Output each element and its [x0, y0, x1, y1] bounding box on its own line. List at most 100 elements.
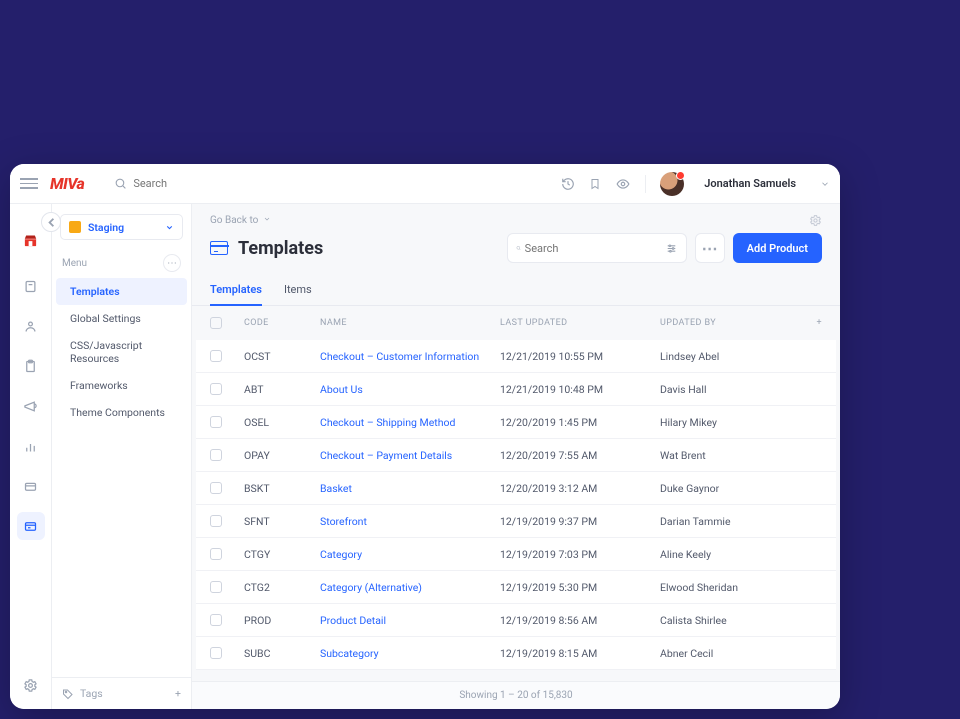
- cell-name-link[interactable]: Category (Alternative): [320, 581, 422, 594]
- add-tag-button[interactable]: +: [175, 687, 181, 700]
- more-actions-button[interactable]: ⋯: [695, 233, 725, 263]
- table-row[interactable]: CTG2Category (Alternative)12/19/2019 5:3…: [196, 571, 836, 604]
- table-row[interactable]: ABTAbout Us12/21/2019 10:48 PMDavis Hall: [196, 373, 836, 406]
- menu-item-frameworks[interactable]: Frameworks: [56, 372, 187, 399]
- history-icon[interactable]: [561, 177, 575, 191]
- table: CODE NAME LAST UPDATED UPDATED BY + OCST…: [192, 306, 840, 681]
- chevron-down-icon[interactable]: [820, 179, 830, 189]
- hamburger-icon[interactable]: [20, 175, 38, 193]
- cell-code: CTG2: [244, 581, 320, 594]
- cell-name-link[interactable]: About Us: [320, 383, 363, 396]
- menu-item-cssjs[interactable]: CSS/Javascript Resources: [56, 332, 187, 372]
- user-name[interactable]: Jonathan Samuels: [704, 177, 796, 190]
- cell-updated-by: Abner Cecil: [660, 647, 802, 660]
- cell-name-link[interactable]: Checkout – Customer Information: [320, 350, 479, 363]
- cell-name-link[interactable]: Basket: [320, 482, 352, 495]
- menu-header: Menu ⋯: [52, 248, 191, 278]
- cell-code: BSKT: [244, 482, 320, 495]
- cell-name-link[interactable]: Storefront: [320, 515, 367, 528]
- rail-item-settings[interactable]: [17, 671, 45, 699]
- table-row[interactable]: PRODProduct Detail12/19/2019 8:56 AMCali…: [196, 604, 836, 637]
- menu-item-theme[interactable]: Theme Components: [56, 399, 187, 426]
- row-checkbox[interactable]: [210, 647, 222, 659]
- table-row[interactable]: BSKTBasket12/20/2019 3:12 AMDuke Gaynor: [196, 472, 836, 505]
- tab-templates[interactable]: Templates: [210, 275, 262, 306]
- row-checkbox[interactable]: [210, 515, 222, 527]
- inline-search-input[interactable]: [525, 242, 665, 255]
- cell-updated-by: Elwood Sheridan: [660, 581, 802, 594]
- cell-last-updated: 12/19/2019 7:03 PM: [500, 548, 660, 561]
- col-name[interactable]: NAME: [320, 318, 500, 328]
- rail-item-orders[interactable]: [17, 352, 45, 380]
- cell-code: CTGY: [244, 548, 320, 561]
- main-content: Go Back to Templates ⋯ Add Product Templ…: [192, 204, 840, 709]
- cell-updated-by: Darian Tammie: [660, 515, 802, 528]
- store-swatch: [69, 221, 81, 233]
- rail-item-marketing[interactable]: [17, 392, 45, 420]
- col-updatedby[interactable]: UPDATED BY: [660, 318, 802, 328]
- cell-code: OPAY: [244, 449, 320, 462]
- cell-last-updated: 12/21/2019 10:48 PM: [500, 383, 660, 396]
- rail-item-catalog[interactable]: [17, 272, 45, 300]
- rail-item-ui[interactable]: [17, 512, 45, 540]
- tags-row: Tags +: [52, 677, 191, 709]
- tab-items[interactable]: Items: [284, 275, 312, 305]
- menu-item-templates[interactable]: Templates: [56, 278, 187, 305]
- cell-name-link[interactable]: Subcategory: [320, 647, 379, 660]
- table-row[interactable]: OCSTCheckout – Customer Information12/21…: [196, 340, 836, 373]
- row-checkbox[interactable]: [210, 614, 222, 626]
- row-checkbox[interactable]: [210, 383, 222, 395]
- cell-code: PROD: [244, 614, 320, 627]
- search-icon: [114, 177, 127, 190]
- avatar[interactable]: [660, 172, 684, 196]
- menu-item-global[interactable]: Global Settings: [56, 305, 187, 332]
- row-checkbox[interactable]: [210, 581, 222, 593]
- cell-name-link[interactable]: Product Detail: [320, 614, 386, 627]
- select-all-checkbox[interactable]: [210, 317, 222, 329]
- menu-list: Templates Global Settings CSS/Javascript…: [52, 278, 191, 426]
- eye-icon[interactable]: [615, 177, 631, 191]
- table-row[interactable]: SFNTStorefront12/19/2019 9:37 PMDarian T…: [196, 505, 836, 538]
- cell-last-updated: 12/20/2019 7:55 AM: [500, 449, 660, 462]
- rail-item-reports[interactable]: [17, 432, 45, 460]
- top-icon-group: Jonathan Samuels: [561, 172, 830, 196]
- row-checkbox[interactable]: [210, 449, 222, 461]
- bookmark-icon[interactable]: [589, 177, 601, 191]
- topbar: MIVa Jonathan Samuels: [10, 164, 840, 204]
- global-search[interactable]: [114, 177, 561, 190]
- col-code[interactable]: CODE: [244, 318, 320, 328]
- add-product-button[interactable]: Add Product: [733, 233, 822, 263]
- store-selector[interactable]: Staging: [60, 214, 183, 240]
- row-checkbox[interactable]: [210, 350, 222, 362]
- row-checkbox[interactable]: [210, 416, 222, 428]
- rail-store-icon[interactable]: [17, 226, 45, 254]
- table-header: CODE NAME LAST UPDATED UPDATED BY +: [196, 306, 836, 340]
- col-last[interactable]: LAST UPDATED: [500, 318, 660, 328]
- global-search-input[interactable]: [133, 177, 233, 190]
- menu-options-button[interactable]: ⋯: [163, 254, 181, 272]
- menu-header-label: Menu: [62, 258, 87, 269]
- cell-name-link[interactable]: Checkout – Shipping Method: [320, 416, 455, 429]
- collapse-sidebar-button[interactable]: [41, 212, 61, 232]
- gear-icon[interactable]: [809, 214, 822, 227]
- table-row[interactable]: OSELCheckout – Shipping Method12/20/2019…: [196, 406, 836, 439]
- rail-item-payments[interactable]: [17, 472, 45, 500]
- tags-label: Tags: [80, 687, 103, 700]
- table-row[interactable]: OPAYCheckout – Payment Details 12/20/2019…: [196, 439, 836, 472]
- cell-code: OSEL: [244, 416, 320, 429]
- row-checkbox[interactable]: [210, 482, 222, 494]
- cell-name-link[interactable]: Checkout – Payment Details: [320, 449, 452, 462]
- rail-item-customers[interactable]: [17, 312, 45, 340]
- cell-updated-by: Duke Gaynor: [660, 482, 802, 495]
- inline-search[interactable]: [507, 233, 687, 263]
- breadcrumb-back[interactable]: Go Back to: [210, 215, 271, 226]
- row-checkbox[interactable]: [210, 548, 222, 560]
- table-row[interactable]: SUBCSubcategory12/19/2019 8:15 AMAbner C…: [196, 637, 836, 670]
- table-row[interactable]: CTGYCategory 12/19/2019 7:03 PMAline Keel…: [196, 538, 836, 571]
- cell-last-updated: 12/19/2019 9:37 PM: [500, 515, 660, 528]
- cell-updated-by: Aline Keely: [660, 548, 802, 561]
- add-column-button[interactable]: +: [802, 318, 822, 328]
- cell-name-link[interactable]: Category: [320, 548, 362, 561]
- filter-icon[interactable]: [665, 242, 678, 255]
- app-window: MIVa Jonathan Samuels: [10, 164, 840, 709]
